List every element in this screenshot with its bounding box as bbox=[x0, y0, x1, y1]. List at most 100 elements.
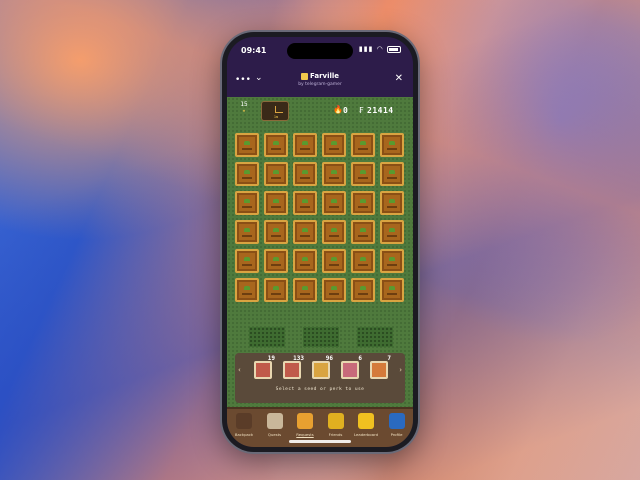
farm-plot[interactable] bbox=[380, 162, 404, 186]
farm-plot[interactable] bbox=[322, 133, 346, 157]
app-subtitle: by telegram-gamer bbox=[298, 82, 342, 87]
farm-plot[interactable] bbox=[235, 278, 259, 302]
farm-plot[interactable] bbox=[235, 162, 259, 186]
farm-plot[interactable] bbox=[235, 191, 259, 215]
wifi-icon: ◠ bbox=[376, 45, 384, 53]
seed-count: 19 bbox=[267, 355, 275, 362]
farm-plot[interactable] bbox=[380, 133, 404, 157]
nav-item-label: Leaderboard bbox=[354, 432, 378, 437]
avatar-icon bbox=[388, 413, 405, 429]
nav-item-backpack[interactable]: Backpack bbox=[229, 413, 259, 445]
farm-plot[interactable] bbox=[293, 278, 317, 302]
farm-plot[interactable] bbox=[293, 162, 317, 186]
farm-plot[interactable] bbox=[351, 220, 375, 244]
clock-hand-icon bbox=[275, 112, 283, 113]
seed-item-1[interactable]: 19 bbox=[253, 355, 275, 379]
farm-plot[interactable] bbox=[351, 191, 375, 215]
phone-frame: 09:41 ▮▮▮ ◠ ••• ⌄ Farville by telegram-g… bbox=[222, 32, 418, 452]
carrot-icon bbox=[297, 413, 313, 429]
farm-plot[interactable] bbox=[293, 249, 317, 273]
nav-item-label: Profile bbox=[390, 432, 403, 437]
seed-item-5[interactable]: 7 bbox=[369, 355, 391, 379]
coin-icon: ₣ bbox=[359, 106, 364, 115]
level-badge[interactable]: 15 ★ bbox=[235, 101, 253, 121]
seed-item-4[interactable]: 6 bbox=[340, 355, 362, 379]
seed-inventory: ‹ 19 133 96 6 7 › Select a seed or perk to u… bbox=[235, 353, 405, 403]
farm-plot[interactable] bbox=[380, 220, 404, 244]
status-icons: ▮▮▮ ◠ bbox=[359, 45, 401, 53]
nav-item-label: Friends bbox=[328, 432, 343, 437]
star-icon: ★ bbox=[242, 108, 246, 114]
farm-plot[interactable] bbox=[293, 220, 317, 244]
farm-plot[interactable] bbox=[322, 220, 346, 244]
farm-plot[interactable] bbox=[235, 133, 259, 157]
app-title-text: Farville bbox=[309, 72, 340, 80]
farm-plot[interactable] bbox=[351, 162, 375, 186]
phone-screen: 09:41 ▮▮▮ ◠ ••• ⌄ Farville by telegram-g… bbox=[227, 37, 413, 447]
battery-icon bbox=[387, 45, 401, 53]
farm-plot[interactable] bbox=[380, 249, 404, 273]
mini-app-header: ••• ⌄ Farville by telegram-gamer ✕ bbox=[227, 63, 413, 97]
seed-count: 96 bbox=[325, 355, 333, 362]
game-area: 15 ★ 1m 🔥 0 ₣ 21414 ‹ 19 133 96 6 7 › Select… bbox=[227, 97, 413, 407]
farm-plot[interactable] bbox=[264, 249, 288, 273]
signal-icon: ▮▮▮ bbox=[358, 45, 374, 53]
farm-plot[interactable] bbox=[235, 220, 259, 244]
seed-item-2[interactable]: 133 bbox=[282, 355, 304, 379]
status-bar: 09:41 ▮▮▮ ◠ bbox=[227, 37, 413, 61]
farm-plot[interactable] bbox=[322, 191, 346, 215]
farm-plot[interactable] bbox=[293, 191, 317, 215]
grass-patch bbox=[249, 327, 285, 347]
coin-icon bbox=[327, 413, 344, 429]
question-icon bbox=[358, 413, 374, 429]
farm-plot[interactable] bbox=[264, 191, 288, 215]
seed-count: 133 bbox=[293, 355, 304, 362]
farm-plot[interactable] bbox=[351, 133, 375, 157]
clock-label: 1m bbox=[273, 115, 279, 119]
fire-icon: 🔥 bbox=[333, 105, 343, 114]
farm-plot[interactable] bbox=[264, 220, 288, 244]
seed-icon bbox=[370, 361, 388, 379]
farm-plot[interactable] bbox=[351, 249, 375, 273]
farm-plot[interactable] bbox=[264, 162, 288, 186]
clock-widget[interactable]: 1m bbox=[261, 101, 289, 121]
farm-plot[interactable] bbox=[264, 278, 288, 302]
nav-item-label: Backpack bbox=[234, 432, 254, 437]
inventory-prev-arrow[interactable]: ‹ bbox=[238, 366, 241, 374]
inventory-items: 19 133 96 6 7 bbox=[253, 355, 391, 381]
coin-balance: 21414 bbox=[367, 106, 394, 115]
streak-count: 0 bbox=[343, 106, 348, 115]
farm-plot[interactable] bbox=[322, 249, 346, 273]
inventory-hint: Select a seed or perk to use bbox=[275, 387, 365, 392]
seed-icon bbox=[312, 361, 330, 379]
scroll-icon bbox=[266, 413, 283, 429]
seed-count: 6 bbox=[358, 355, 362, 362]
seed-count: 7 bbox=[387, 355, 391, 362]
nav-item-label: Quests bbox=[267, 432, 282, 437]
farm-plot[interactable] bbox=[380, 278, 404, 302]
farm-plot[interactable] bbox=[322, 278, 346, 302]
farm-plot[interactable] bbox=[293, 133, 317, 157]
farm-plot[interactable] bbox=[235, 249, 259, 273]
seed-icon bbox=[283, 361, 301, 379]
level-number: 15 bbox=[240, 101, 248, 108]
farm-plot[interactable] bbox=[351, 278, 375, 302]
seed-icon bbox=[254, 361, 272, 379]
nav-item-leaderboard[interactable]: Leaderboard bbox=[351, 413, 381, 445]
nav-item-quests[interactable]: Quests bbox=[260, 413, 290, 445]
nav-item-label: Requests bbox=[296, 432, 314, 437]
farm-plot[interactable] bbox=[322, 162, 346, 186]
app-title: Farville bbox=[227, 72, 413, 80]
app-logo-icon bbox=[300, 72, 308, 80]
close-icon[interactable]: ✕ bbox=[395, 73, 403, 84]
farm-plot[interactable] bbox=[380, 191, 404, 215]
farm-plot[interactable] bbox=[264, 133, 288, 157]
status-time: 09:41 bbox=[241, 46, 267, 55]
home-indicator bbox=[289, 440, 351, 443]
inventory-next-arrow[interactable]: › bbox=[399, 366, 402, 374]
farm-field bbox=[235, 133, 407, 305]
nav-item-profile[interactable]: Profile bbox=[382, 413, 412, 445]
grass-patch bbox=[357, 327, 393, 347]
dynamic-island bbox=[287, 43, 353, 59]
seed-item-3[interactable]: 96 bbox=[311, 355, 333, 379]
